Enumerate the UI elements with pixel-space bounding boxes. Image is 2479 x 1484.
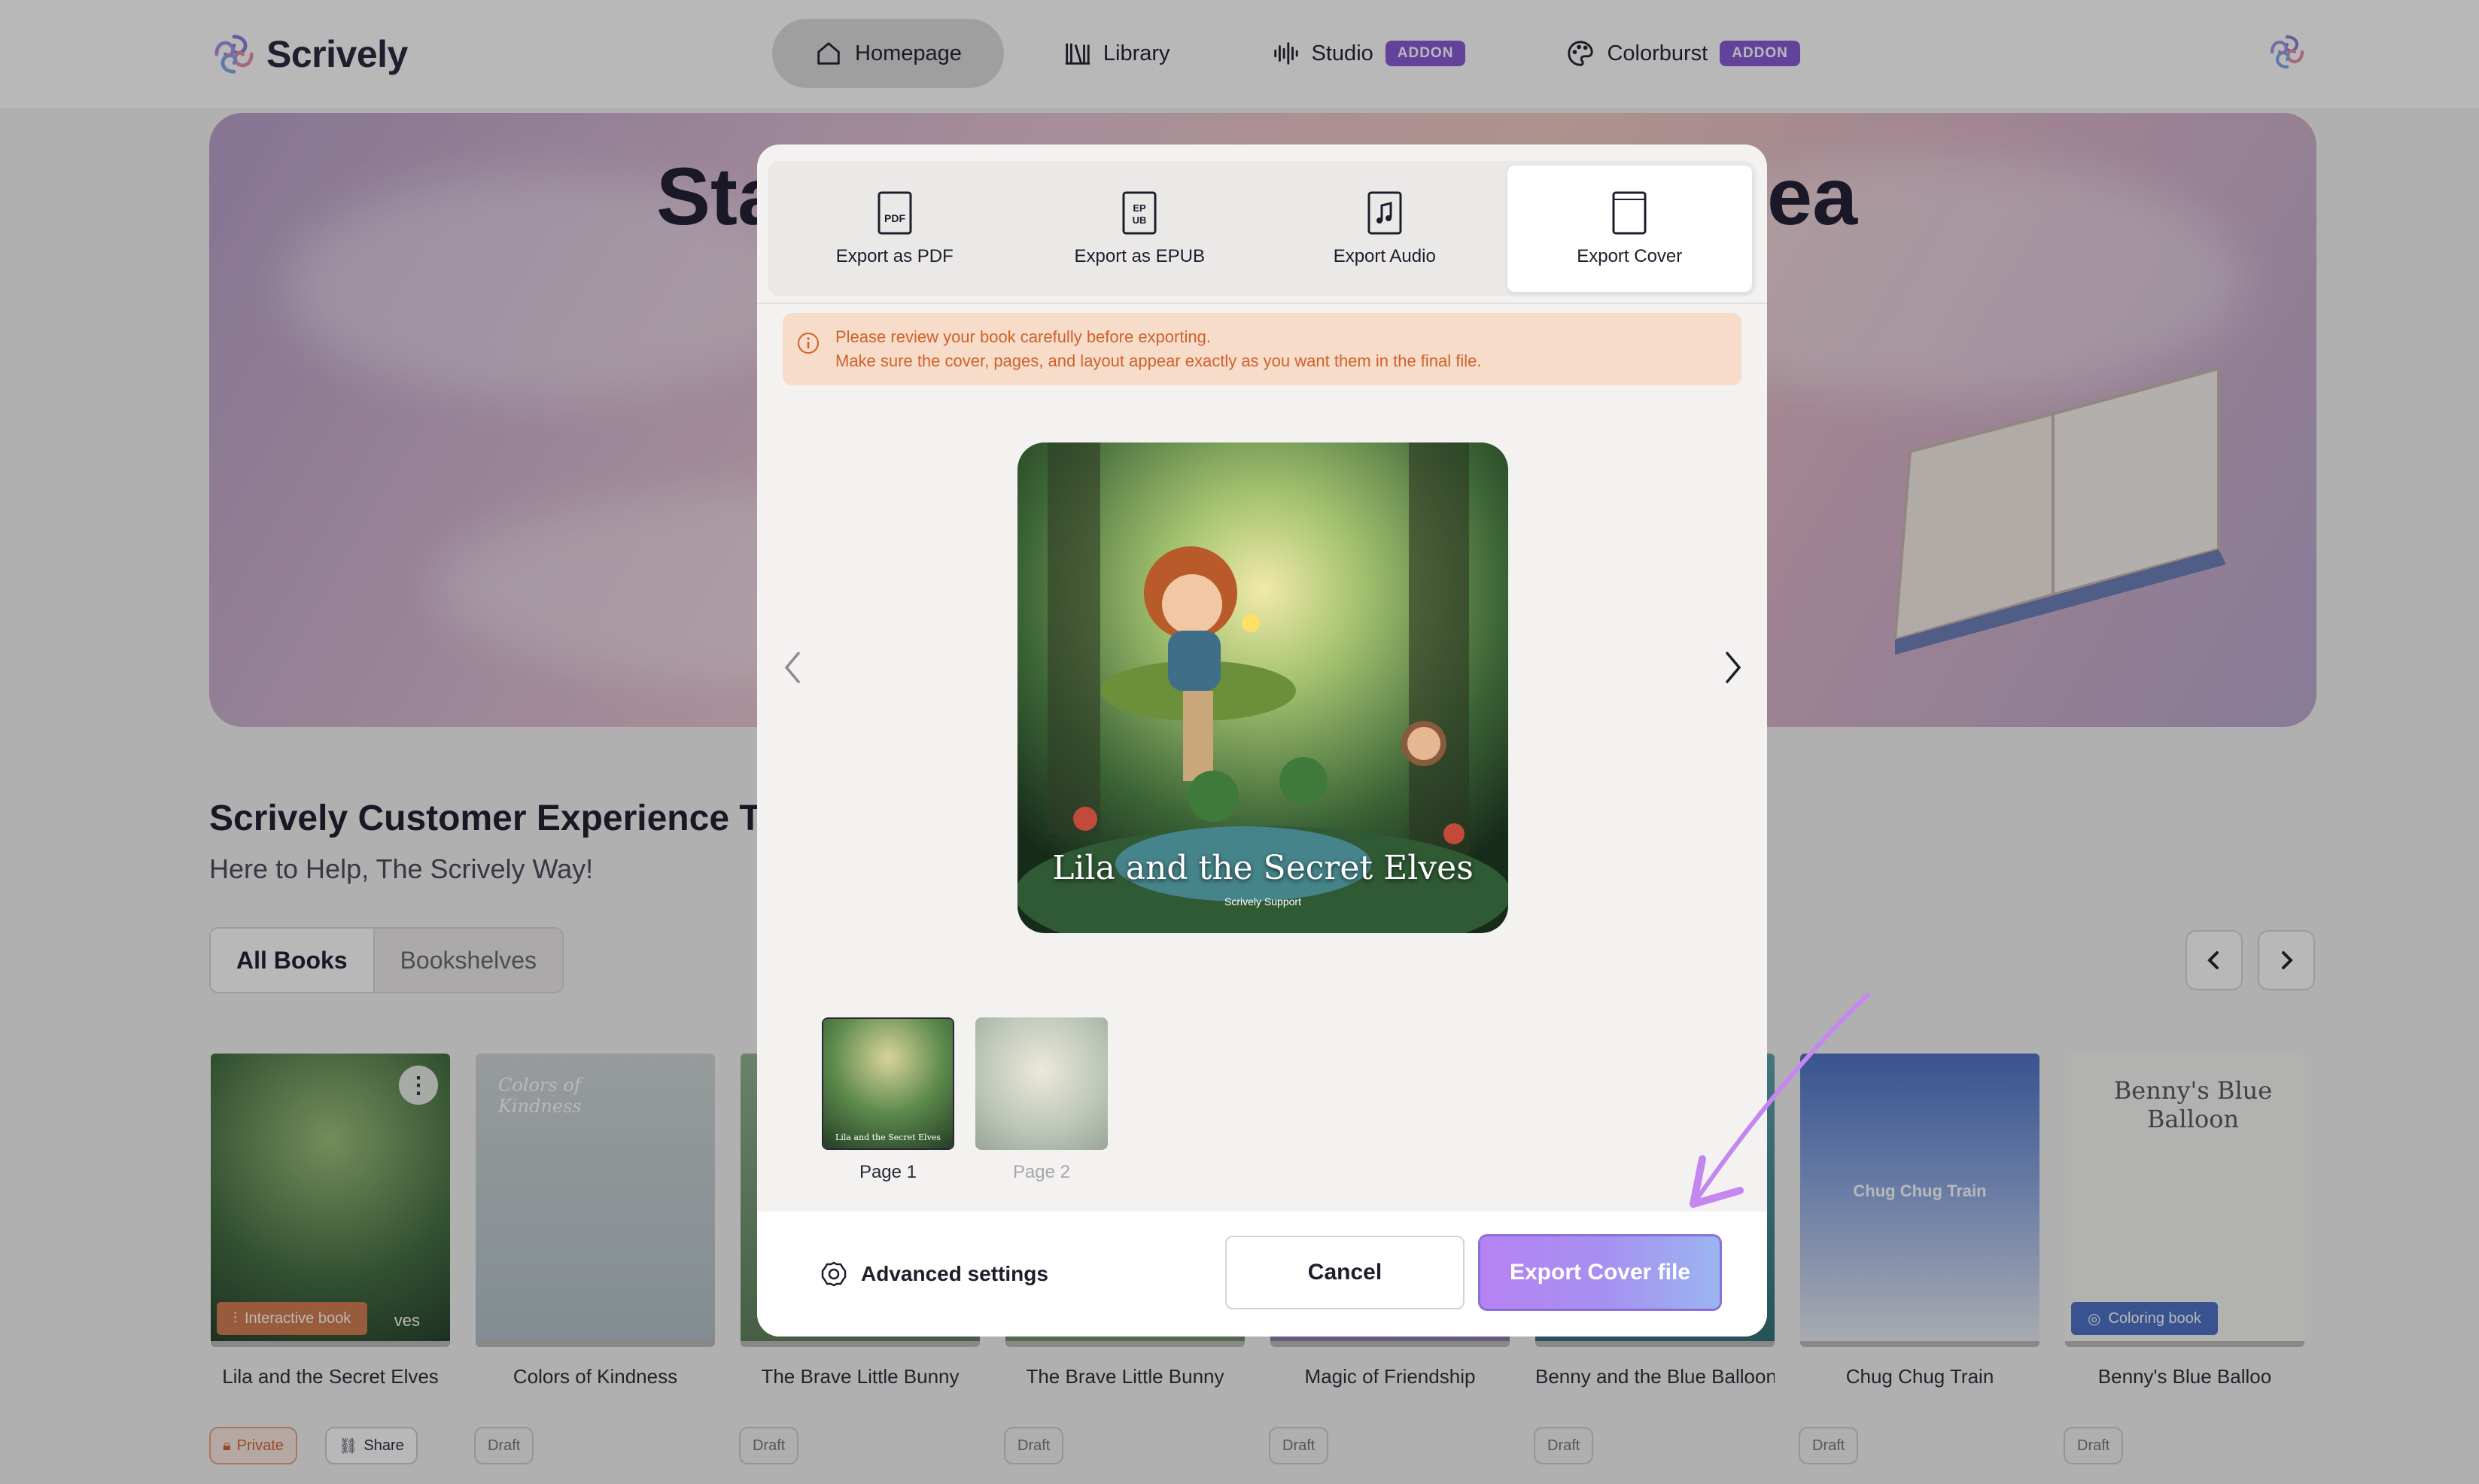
annotation-arrow-icon (1690, 993, 1870, 1208)
thumbnail-page-1[interactable]: Lila and the Secret Elves (822, 1017, 954, 1150)
divider (757, 303, 1767, 304)
tab-export-pdf[interactable]: PDF Export as PDF (772, 166, 1017, 292)
alert-line-1: Please review your book carefully before… (835, 327, 1211, 346)
preview-next-button[interactable] (1713, 647, 1754, 688)
tab-export-audio[interactable]: Export Audio (1262, 166, 1507, 292)
thumbnail-label: Page 1 (859, 1162, 917, 1182)
thumbnail-page-2[interactable] (975, 1017, 1108, 1150)
tab-export-cover[interactable]: Export Cover (1507, 166, 1752, 292)
preview-author: Scrively Support (1224, 896, 1301, 908)
preview-prev-button[interactable] (772, 647, 813, 688)
chevron-right-icon (1726, 652, 1741, 683)
export-dialog: PDF Export as PDF EP UB Export as EPUB Ex… (757, 144, 1767, 1337)
review-warning-alert: Please review your book carefully before… (783, 313, 1741, 385)
tab-export-epub[interactable]: EP UB Export as EPUB (1017, 166, 1263, 292)
pdf-file-icon: PDF (878, 191, 912, 235)
info-icon (798, 333, 819, 354)
chevron-left-icon (784, 652, 800, 683)
export-cover-file-button[interactable]: Export Cover file (1478, 1234, 1722, 1311)
cover-file-icon (1612, 191, 1647, 235)
svg-text:UB: UB (1133, 214, 1147, 226)
advanced-settings-button[interactable]: Advanced settings (820, 1255, 1048, 1293)
epub-file-icon: EPUB (1122, 191, 1157, 235)
dialog-footer: Advanced settings Cancel Export Cover fi… (757, 1212, 1767, 1337)
preview-book-title: Lila and the Secret Elves (1052, 849, 1474, 887)
svg-text:EP: EP (1133, 202, 1147, 214)
gear-icon (821, 1261, 847, 1287)
export-tabs: PDF Export as PDF EP UB Export as EPUB Ex… (768, 161, 1757, 296)
audio-file-icon (1367, 191, 1402, 235)
alert-line-2: Make sure the cover, pages, and layout a… (835, 351, 1482, 370)
thumbnail-label: Page 2 (1012, 1162, 1071, 1182)
cover-preview-image: Lila and the Secret Elves Scrively Suppo… (1017, 442, 1508, 933)
svg-text:PDF: PDF (884, 212, 905, 224)
cancel-button[interactable]: Cancel (1225, 1236, 1465, 1309)
